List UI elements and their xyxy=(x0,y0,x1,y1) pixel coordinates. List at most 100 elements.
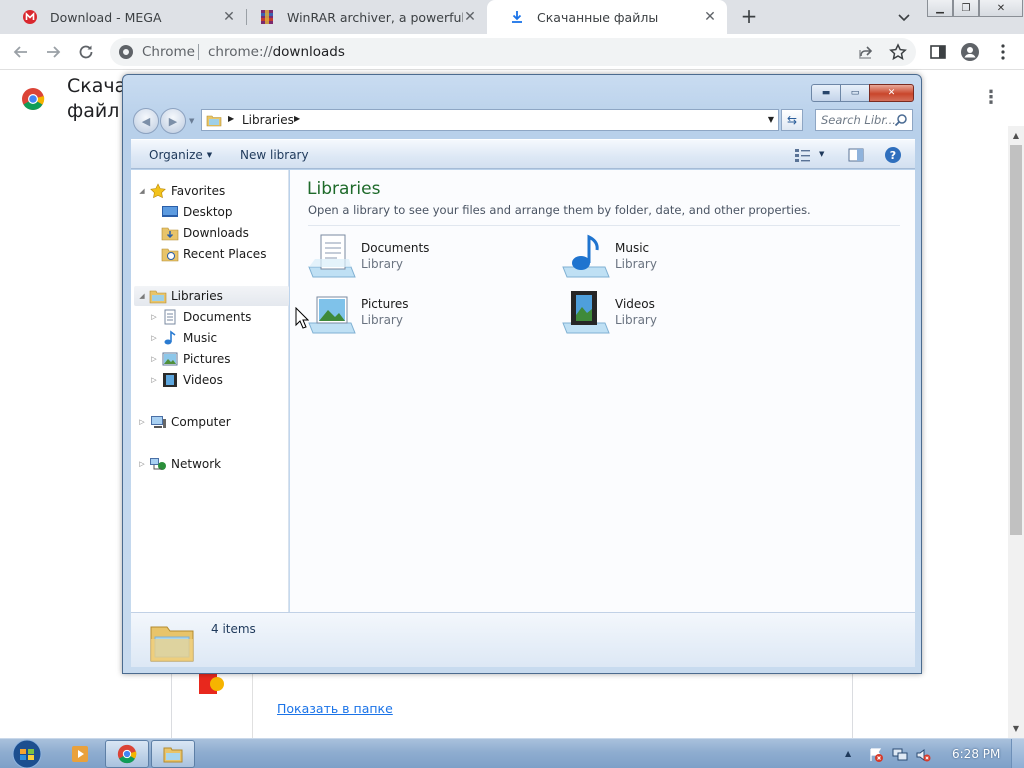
refresh-button[interactable]: ⇆ xyxy=(781,109,803,131)
nav-network[interactable]: ▷ Network xyxy=(137,454,221,474)
taskbar-chrome[interactable] xyxy=(105,740,149,768)
search-icon[interactable] xyxy=(894,113,908,127)
scroll-up-icon[interactable]: ▲ xyxy=(1008,128,1024,144)
share-icon[interactable] xyxy=(856,42,876,62)
libraries-folder-icon xyxy=(206,115,222,127)
bookmark-star-icon[interactable] xyxy=(888,42,908,62)
nav-documents[interactable]: ▷ Documents xyxy=(149,307,251,327)
chevron-down-icon[interactable] xyxy=(896,9,912,25)
views-dropdown-icon[interactable]: ▼ xyxy=(819,150,824,158)
help-icon[interactable]: ? xyxy=(884,146,902,164)
profile-avatar-icon[interactable] xyxy=(960,42,980,62)
nav-recent-places[interactable]: Recent Places xyxy=(149,244,266,264)
tab-winrar[interactable]: WinRAR archiver, a powerful tool ✕ xyxy=(237,0,487,34)
library-type: Library xyxy=(361,313,403,327)
taskbar-clock[interactable]: 6:28 PM xyxy=(952,747,1000,761)
nav-favorites[interactable]: ◢ Favorites xyxy=(137,181,225,201)
start-button-icon[interactable] xyxy=(9,739,45,768)
library-music[interactable]: Music Library xyxy=(561,233,781,281)
chrome-logo-icon xyxy=(22,88,45,110)
reload-icon[interactable] xyxy=(76,42,96,62)
forward-arrow-icon[interactable] xyxy=(43,42,63,62)
nav-label: Desktop xyxy=(183,205,233,219)
nav-label: Recent Places xyxy=(183,247,267,261)
network-tray-icon[interactable] xyxy=(892,747,908,763)
nav-libraries[interactable]: ◢ Libraries xyxy=(134,286,289,306)
nav-computer[interactable]: ▷ Computer xyxy=(137,412,230,432)
new-tab-button[interactable]: + xyxy=(738,5,760,27)
mega-icon xyxy=(23,10,37,24)
tab-downloads[interactable]: Скачанные файлы ✕ xyxy=(487,0,727,34)
pictures-library-icon xyxy=(308,296,356,334)
tab-mega[interactable]: Download - MEGA ✕ xyxy=(0,0,246,34)
back-button[interactable]: ◀ xyxy=(133,108,159,134)
close-icon[interactable]: ✕ xyxy=(463,10,477,24)
side-panel-icon[interactable] xyxy=(928,42,948,62)
organize-menu[interactable]: Organize ▼ xyxy=(149,148,212,162)
change-view-icon[interactable] xyxy=(794,147,812,163)
expand-arrow-icon[interactable]: ▷ xyxy=(149,313,159,321)
scrollbar-thumb[interactable] xyxy=(1010,145,1022,535)
preview-pane-icon[interactable] xyxy=(848,148,864,162)
media-player-icon xyxy=(72,746,88,762)
expand-arrow-icon[interactable]: ▷ xyxy=(149,334,159,342)
taskbar-explorer[interactable] xyxy=(151,740,195,768)
expand-arrow-icon[interactable]: ◢ xyxy=(137,187,147,195)
address-bar[interactable]: Chrome chrome://downloads xyxy=(110,38,916,66)
volume-muted-icon[interactable] xyxy=(915,747,931,763)
videos-icon xyxy=(163,373,177,387)
file-type-icon xyxy=(199,674,224,694)
close-icon[interactable]: ✕ xyxy=(703,10,717,24)
more-options-icon[interactable]: ⋮ xyxy=(982,88,1000,108)
address-history-dropdown-icon[interactable]: ▼ xyxy=(768,115,774,124)
tab-title: Download - MEGA xyxy=(50,9,162,25)
scroll-down-icon[interactable]: ▼ xyxy=(1008,721,1024,737)
menu-kebab-icon[interactable] xyxy=(993,42,1013,62)
maximize-icon[interactable]: ▭ xyxy=(840,84,870,102)
show-desktop-button[interactable] xyxy=(1011,739,1024,768)
expand-arrow-icon[interactable]: ◢ xyxy=(137,292,147,300)
nav-music[interactable]: ▷ Music xyxy=(149,328,217,348)
expand-arrow-icon[interactable]: ▷ xyxy=(137,460,147,468)
close-icon[interactable]: ✕ xyxy=(869,84,914,102)
library-name: Pictures xyxy=(361,297,409,311)
nav-label: Music xyxy=(183,331,218,345)
organize-label: Organize xyxy=(149,148,203,162)
forward-button[interactable]: ▶ xyxy=(160,108,186,134)
library-documents[interactable]: Documents Library xyxy=(307,233,527,281)
nav-label: Libraries xyxy=(171,289,223,303)
command-bar: Organize ▼ New library ▼ ? xyxy=(131,139,915,169)
explorer-address-bar[interactable]: ▶ Libraries ▶ ▼ xyxy=(201,109,779,131)
download-icon xyxy=(512,11,522,23)
expand-arrow-icon[interactable]: ▷ xyxy=(149,376,159,384)
expand-arrow-icon[interactable]: ▷ xyxy=(149,355,159,363)
taskbar-media-player[interactable] xyxy=(60,740,100,768)
back-arrow-icon[interactable] xyxy=(11,42,31,62)
action-center-flag-icon[interactable] xyxy=(868,747,884,763)
documents-icon xyxy=(164,309,176,325)
close-icon[interactable]: ✕ xyxy=(222,10,236,24)
new-library-button[interactable]: New library xyxy=(240,148,309,162)
minimize-icon[interactable]: ▬ xyxy=(811,84,841,102)
show-in-folder-link[interactable]: Показать в папке xyxy=(277,701,393,716)
library-pictures[interactable]: Pictures Library xyxy=(307,289,527,337)
music-library-icon xyxy=(562,234,610,278)
minimize-icon[interactable]: ▁ xyxy=(927,0,953,17)
recent-pages-dropdown-icon[interactable]: ▼ xyxy=(189,117,194,125)
nav-downloads[interactable]: Downloads xyxy=(149,223,249,243)
breadcrumb-libraries[interactable]: Libraries xyxy=(242,113,294,127)
nav-pictures[interactable]: ▷ Pictures xyxy=(149,349,230,369)
library-videos[interactable]: Videos Library xyxy=(561,289,781,337)
expand-arrow-icon[interactable]: ▷ xyxy=(137,418,147,426)
restore-icon[interactable]: ❐ xyxy=(953,0,979,17)
close-icon[interactable]: ✕ xyxy=(979,0,1023,17)
nav-label: Network xyxy=(171,457,222,471)
nav-desktop[interactable]: Desktop xyxy=(149,202,233,222)
search-input[interactable]: Search Libr... xyxy=(815,109,913,131)
show-hidden-icons-icon[interactable]: ▲ xyxy=(845,749,861,765)
library-type: Library xyxy=(361,257,403,271)
breadcrumb-arrow-icon[interactable]: ▶ xyxy=(294,114,300,123)
breadcrumb-arrow-icon[interactable]: ▶ xyxy=(228,114,234,123)
library-name: Music xyxy=(615,241,650,255)
nav-videos[interactable]: ▷ Videos xyxy=(149,370,223,390)
